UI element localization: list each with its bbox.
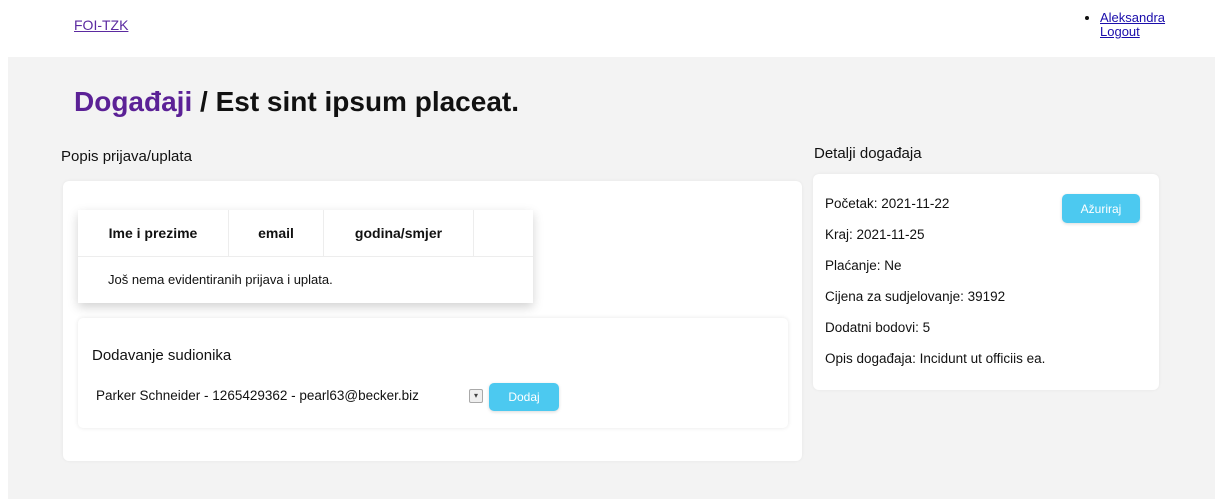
column-header-year: godina/smjer: [324, 210, 474, 256]
column-header-email: email: [229, 210, 324, 256]
detail-start: Početak: 2021-11-22: [825, 196, 950, 211]
update-button[interactable]: Ažuriraj: [1062, 194, 1140, 223]
event-title: Est sint ipsum placeat.: [215, 86, 519, 117]
user-menu: Aleksandra Logout: [1087, 11, 1165, 39]
table-header: Ime i prezime email godina/smjer: [78, 210, 533, 257]
brand-link[interactable]: FOI-TZK: [74, 17, 128, 33]
chevron-down-icon[interactable]: ▾: [469, 389, 483, 403]
main-content: Događaji / Est sint ipsum placeat. Popis…: [8, 57, 1215, 499]
participant-select[interactable]: Parker Schneider - 1265429362 - pearl63@…: [96, 388, 419, 403]
breadcrumb-events[interactable]: Događaji: [74, 86, 192, 117]
page-title: Događaji / Est sint ipsum placeat.: [74, 86, 519, 118]
detail-end: Kraj: 2021-11-25: [825, 227, 925, 242]
user-menu-item: Aleksandra Logout: [1100, 11, 1165, 39]
details-card: Početak: 2021-11-22 Kraj: 2021-11-25 Pla…: [813, 174, 1159, 390]
empty-table-message: Još nema evidentiranih prijava i uplata.: [108, 272, 333, 287]
detail-extra-points: Dodatni bodovi: 5: [825, 320, 931, 335]
breadcrumb-separator: /: [200, 86, 208, 117]
detail-price: Cijena za sudjelovanje: 39192: [825, 289, 1006, 304]
registrations-table: Ime i prezime email godina/smjer Još nem…: [78, 210, 533, 303]
top-navbar: FOI-TZK Aleksandra Logout: [0, 0, 1215, 57]
column-header-name: Ime i prezime: [78, 210, 229, 256]
detail-payment: Plaćanje: Ne: [825, 258, 902, 273]
add-participant-card: Dodavanje sudionika Parker Schneider - 1…: [78, 318, 788, 428]
details-heading: Detalji događaja: [814, 145, 922, 162]
add-participant-heading: Dodavanje sudionika: [92, 347, 232, 364]
logout-link[interactable]: Logout: [1100, 25, 1165, 39]
registrations-heading: Popis prijava/uplata: [61, 148, 192, 165]
detail-description: Opis događaja: Incidunt ut officiis ea.: [825, 351, 1046, 366]
add-participant-button[interactable]: Dodaj: [489, 383, 559, 411]
user-link[interactable]: Aleksandra: [1100, 11, 1165, 25]
